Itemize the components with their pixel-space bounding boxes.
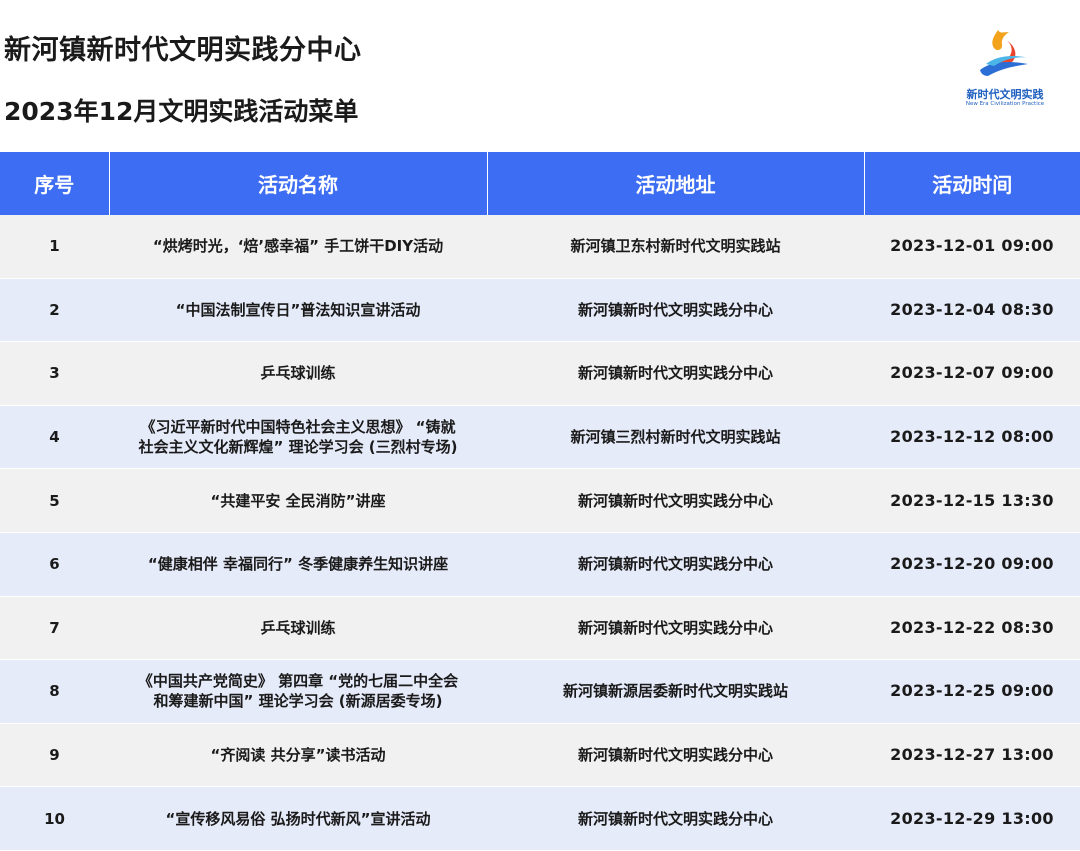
column-header-number: 序号 [0, 152, 110, 215]
row-number: 9 [0, 723, 109, 788]
activity-name-line: “烘烤时光，‘焙’感幸福” 手工饼干DIY活动 [152, 237, 444, 256]
activity-name-line: “中国法制宣传日”普法知识宣讲活动 [175, 300, 421, 319]
activity-name: “中国法制宣传日”普法知识宣讲活动 [109, 278, 487, 343]
activity-time: 2023-12-01 09:00 [864, 215, 1080, 279]
table-row: 5 “共建平安 全民消防”讲座 新河镇新时代文明实践分中心 2023-12-15… [0, 468, 1080, 533]
activity-name: “宣传移风易俗 弘扬时代新风”宣讲活动 [109, 786, 487, 851]
activity-name-line: “齐阅读 共分享”读书活动 [210, 746, 386, 765]
activity-name-line: “宣传移风易俗 弘扬时代新风”宣讲活动 [165, 809, 431, 828]
activity-name: “齐阅读 共分享”读书活动 [109, 723, 487, 788]
table-row: 6 “健康相伴 幸福同行” 冬季健康养生知识讲座 新河镇新时代文明实践分中心 2… [0, 532, 1080, 597]
table-row: 3 乒乓球训练 新河镇新时代文明实践分中心 2023-12-07 09:00 [0, 341, 1080, 406]
row-number: 6 [0, 532, 109, 597]
column-header-activity-time: 活动时间 [864, 152, 1080, 215]
table-header-row: 序号 活动名称 活动地址 活动时间 [0, 152, 1080, 215]
activity-time: 2023-12-07 09:00 [864, 341, 1080, 406]
activity-time: 2023-12-12 08:00 [864, 405, 1080, 470]
row-number: 8 [0, 659, 109, 724]
column-header-activity-address: 活动地址 [487, 152, 865, 215]
activity-address: 新河镇新时代文明实践分中心 [487, 723, 864, 788]
row-number: 3 [0, 341, 109, 406]
row-number: 1 [0, 215, 109, 279]
table-row: 1 “烘烤时光，‘焙’感幸福” 手工饼干DIY活动 新河镇卫东村新时代文明实践站… [0, 215, 1080, 279]
row-number: 10 [0, 786, 109, 851]
activity-address: 新河镇新时代文明实践分中心 [487, 596, 864, 661]
activity-name-line-2: 社会主义文化新辉煌” 理论学习会 (三烈村专场) [138, 438, 458, 457]
activity-address: 新河镇新源居委新时代文明实践站 [487, 659, 864, 724]
row-number: 2 [0, 278, 109, 343]
activity-name-line: 乒乓球训练 [260, 364, 336, 383]
activity-address: 新河镇三烈村新时代文明实践站 [487, 405, 864, 470]
activity-time: 2023-12-25 09:00 [864, 659, 1080, 724]
activity-name-line-2: 和筹建新中国” 理论学习会 (新源居委专场) [153, 692, 443, 711]
row-number: 4 [0, 405, 109, 470]
activity-name-line: 《中国共产党简史》 第四章 “党的七届二中全会 [137, 672, 459, 691]
activity-name-line: 《习近平新时代中国特色社会主义思想》 “铸就 [140, 418, 456, 437]
activity-time: 2023-12-04 08:30 [864, 278, 1080, 343]
activity-name-line: “共建平安 全民消防”讲座 [210, 491, 386, 510]
row-number: 7 [0, 596, 109, 661]
page-title: 新河镇新时代文明实践分中心 [4, 35, 362, 66]
table-row: 8 《中国共产党简史》 第四章 “党的七届二中全会 和筹建新中国” 理论学习会 … [0, 659, 1080, 724]
logo-chinese-text: 新时代文明实践 [966, 88, 1044, 101]
activity-name: 《习近平新时代中国特色社会主义思想》 “铸就 社会主义文化新辉煌” 理论学习会 … [109, 405, 487, 470]
activity-time: 2023-12-15 13:30 [864, 468, 1080, 533]
activity-address: 新河镇新时代文明实践分中心 [487, 278, 864, 343]
table-row: 4 《习近平新时代中国特色社会主义思想》 “铸就 社会主义文化新辉煌” 理论学习… [0, 405, 1080, 470]
table-row: 10 “宣传移风易俗 弘扬时代新风”宣讲活动 新河镇新时代文明实践分中心 202… [0, 786, 1080, 851]
activity-address: 新河镇新时代文明实践分中心 [487, 468, 864, 533]
page-subtitle: 2023年12月文明实践活动菜单 [4, 97, 359, 126]
table-row: 2 “中国法制宣传日”普法知识宣讲活动 新河镇新时代文明实践分中心 2023-1… [0, 278, 1080, 343]
activity-time: 2023-12-22 08:30 [864, 596, 1080, 661]
activity-address: 新河镇卫东村新时代文明实践站 [487, 215, 864, 279]
activity-name-line: 乒乓球训练 [260, 618, 336, 637]
activity-name: 乒乓球训练 [109, 341, 487, 406]
activity-time: 2023-12-20 09:00 [864, 532, 1080, 597]
row-number: 5 [0, 468, 109, 533]
activity-name: 《中国共产党简史》 第四章 “党的七届二中全会 和筹建新中国” 理论学习会 (新… [109, 659, 487, 724]
activity-name: “烘烤时光，‘焙’感幸福” 手工饼干DIY活动 [109, 215, 487, 279]
logo-english-text: New Era Civilization Practice [965, 101, 1045, 107]
activity-name: “健康相伴 幸福同行” 冬季健康养生知识讲座 [109, 532, 487, 597]
activity-name: 乒乓球训练 [109, 596, 487, 661]
civilization-practice-logo: 新时代文明实践 New Era Civilization Practice [952, 26, 1058, 112]
activity-address: 新河镇新时代文明实践分中心 [487, 341, 864, 406]
activity-time: 2023-12-29 13:00 [864, 786, 1080, 851]
activity-time: 2023-12-27 13:00 [864, 723, 1080, 788]
logo-emblem-icon [980, 30, 1030, 76]
activity-name: “共建平安 全民消防”讲座 [109, 468, 487, 533]
activity-table: 序号 活动名称 活动地址 活动时间 1 “烘烤时光，‘焙’感幸福” 手工饼干DI… [0, 152, 1080, 851]
activity-address: 新河镇新时代文明实践分中心 [487, 532, 864, 597]
column-header-activity-name: 活动名称 [109, 152, 488, 215]
activity-address: 新河镇新时代文明实践分中心 [487, 786, 864, 851]
table-row: 9 “齐阅读 共分享”读书活动 新河镇新时代文明实践分中心 2023-12-27… [0, 723, 1080, 788]
table-row: 7 乒乓球训练 新河镇新时代文明实践分中心 2023-12-22 08:30 [0, 596, 1080, 661]
activity-name-line: “健康相伴 幸福同行” 冬季健康养生知识讲座 [147, 555, 449, 574]
